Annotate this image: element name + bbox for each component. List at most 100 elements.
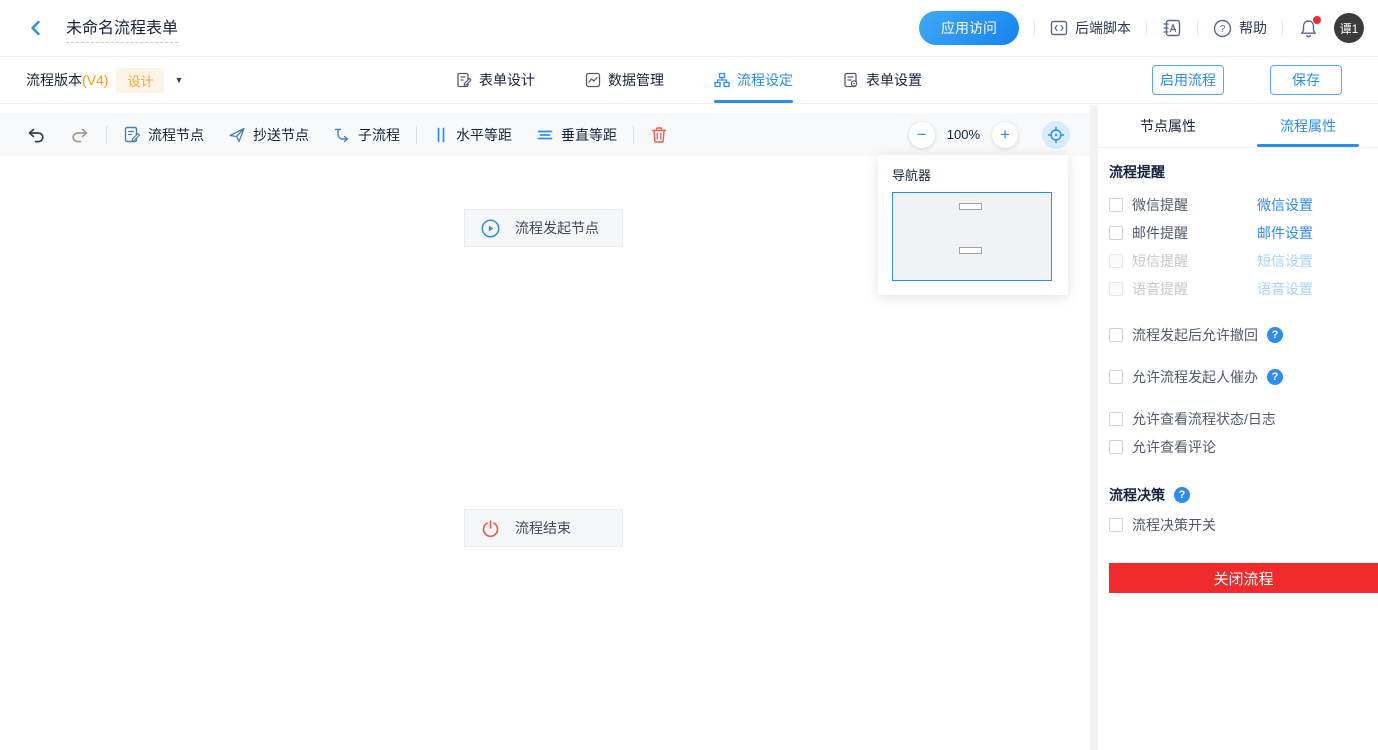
reminder-list: 微信提醒 微信设置 邮件提醒 邮件设置 短信提醒 短信设置 语音提醒 语音设置 xyxy=(1109,191,1362,303)
panel-divider xyxy=(1090,105,1098,750)
reminder-row-email: 邮件提醒 邮件设置 xyxy=(1109,219,1362,247)
tab-form-settings[interactable]: 表单设置 xyxy=(843,57,922,103)
end-node-label: 流程结束 xyxy=(515,520,571,536)
minimap[interactable] xyxy=(892,192,1052,281)
navigator-panel: 导航器 xyxy=(878,155,1068,295)
form-settings-icon xyxy=(843,72,859,88)
close-flow-button[interactable]: 关闭流程 xyxy=(1109,563,1378,593)
reminder-section-header: 流程提醒 xyxy=(1109,164,1165,180)
help-label: 帮助 xyxy=(1239,20,1267,36)
enable-flow-button[interactable]: 启用流程 xyxy=(1152,65,1224,95)
option-allow-withdraw: 流程发起后允许撤回 ? xyxy=(1109,321,1362,349)
data-chart-icon xyxy=(585,72,601,88)
add-subflow-button[interactable]: 子流程 xyxy=(333,125,400,145)
fit-view-button[interactable] xyxy=(1042,120,1070,149)
chevron-down-icon[interactable]: ▼ xyxy=(174,75,183,85)
app-access-button[interactable]: 应用访问 xyxy=(919,11,1019,45)
decision-section-header: 流程决策 ? xyxy=(1109,485,1362,505)
decision-switch-checkbox[interactable] xyxy=(1109,518,1123,532)
help-icon[interactable]: ? xyxy=(1267,327,1283,343)
flow-toolbar: 流程节点 抄送节点 子流程 水平等距 垂直等距 − 100% + xyxy=(0,113,1090,156)
help-icon[interactable]: ? xyxy=(1267,369,1283,385)
view-comments-checkbox[interactable] xyxy=(1109,440,1123,454)
tab-data-management[interactable]: 数据管理 xyxy=(585,57,664,103)
divider xyxy=(1282,20,1283,36)
help-icon[interactable]: ? xyxy=(1174,487,1190,503)
notification-bell-icon[interactable] xyxy=(1298,15,1321,39)
divider xyxy=(633,125,634,144)
horizontal-spacing-icon xyxy=(433,126,449,144)
divider xyxy=(1197,20,1198,36)
flow-start-node[interactable]: 流程发起节点 xyxy=(464,209,623,247)
add-flow-node-button[interactable]: 流程节点 xyxy=(123,125,204,145)
redo-icon[interactable] xyxy=(70,125,90,145)
design-status-tag[interactable]: 设计 xyxy=(116,67,165,93)
add-cc-node-button[interactable]: 抄送节点 xyxy=(228,125,309,145)
sms-reminder-checkbox xyxy=(1109,254,1123,268)
navigator-title: 导航器 xyxy=(892,168,932,183)
flow-editor: 流程节点 抄送节点 子流程 水平等距 垂直等距 − 100% + 流程发起节点 … xyxy=(0,105,1090,750)
question-circle-icon: ? xyxy=(1213,19,1232,38)
zoom-level: 100% xyxy=(946,127,980,142)
vertical-spacing-button[interactable]: 垂直等距 xyxy=(536,125,617,145)
tab-flow-settings[interactable]: 流程设定 xyxy=(714,57,793,103)
flow-icon xyxy=(714,72,730,88)
tab-flow-properties[interactable]: 流程属性 xyxy=(1238,105,1378,147)
form-design-icon xyxy=(456,72,472,88)
save-button[interactable]: 保存 xyxy=(1270,65,1342,95)
tab-form-design[interactable]: 表单设计 xyxy=(456,57,535,103)
tab-node-properties[interactable]: 节点属性 xyxy=(1098,105,1238,147)
horizontal-spacing-button[interactable]: 水平等距 xyxy=(433,125,512,145)
undo-icon[interactable] xyxy=(26,125,46,145)
properties-tabs: 节点属性 流程属性 xyxy=(1098,105,1378,148)
flow-end-node[interactable]: 流程结束 xyxy=(464,509,623,547)
paper-plane-icon xyxy=(228,126,246,144)
version-number: (V4) xyxy=(82,72,109,88)
view-status-log-checkbox[interactable] xyxy=(1109,412,1123,426)
backend-script-button[interactable]: 后端脚本 xyxy=(1050,18,1131,38)
subflow-icon xyxy=(333,126,351,144)
divider xyxy=(1034,20,1035,36)
divider xyxy=(1146,20,1147,36)
divider xyxy=(416,125,417,144)
version-label: 流程版本(V4) xyxy=(26,72,109,88)
back-button[interactable] xyxy=(26,18,46,38)
flow-node-icon xyxy=(123,126,141,144)
email-reminder-checkbox[interactable] xyxy=(1109,226,1123,240)
allow-urge-checkbox[interactable] xyxy=(1109,370,1123,384)
vertical-spacing-icon xyxy=(536,127,554,143)
play-circle-icon xyxy=(481,219,500,238)
option-view-status-log: 允许查看流程状态/日志 xyxy=(1109,405,1362,433)
translate-icon[interactable] xyxy=(1162,18,1182,38)
reminder-row-voice: 语音提醒 语音设置 xyxy=(1109,275,1362,303)
zoom-in-button[interactable]: + xyxy=(992,121,1018,148)
minimap-node xyxy=(959,247,982,254)
sub-header: 流程版本(V4) 设计 ▼ 表单设计 数据管理 流程设定 表单设置 启用流程 保… xyxy=(0,57,1378,104)
wechat-reminder-checkbox[interactable] xyxy=(1109,198,1123,212)
code-icon xyxy=(1050,19,1068,37)
allow-withdraw-checkbox[interactable] xyxy=(1109,328,1123,342)
option-decision-switch: 流程决策开关 xyxy=(1109,511,1362,539)
user-avatar[interactable]: 谭1 xyxy=(1334,13,1364,43)
delete-icon[interactable] xyxy=(650,126,668,144)
voice-settings-link: 语音设置 xyxy=(1257,281,1313,297)
flow-properties-body: 流程提醒 微信提醒 微信设置 邮件提醒 邮件设置 短信提醒 短信设置 语音提醒 … xyxy=(1098,148,1378,593)
page-title: 未命名流程表单 xyxy=(66,14,179,43)
help-button[interactable]: ? 帮助 xyxy=(1213,18,1267,38)
reminder-row-wechat: 微信提醒 微信设置 xyxy=(1109,191,1362,219)
main-tabs: 表单设计 数据管理 流程设定 表单设置 xyxy=(456,57,922,103)
workflow-designer-app: 未命名流程表单 应用访问 后端脚本 ? 帮助 谭1 流程版本(V4) 设计 ▼ … xyxy=(0,0,1378,750)
chevron-left-icon xyxy=(26,18,46,38)
power-icon xyxy=(481,519,500,538)
wechat-settings-link[interactable]: 微信设置 xyxy=(1257,195,1313,215)
header-actions: 应用访问 后端脚本 ? 帮助 谭1 xyxy=(919,11,1364,45)
reminder-row-sms: 短信提醒 短信设置 xyxy=(1109,247,1362,275)
top-header: 未命名流程表单 应用访问 后端脚本 ? 帮助 谭1 xyxy=(0,0,1378,57)
zoom-out-button[interactable]: − xyxy=(908,121,935,148)
subheader-actions: 启用流程 保存 xyxy=(1152,65,1342,95)
option-allow-urge: 允许流程发起人催办 ? xyxy=(1109,363,1362,391)
option-view-comments: 允许查看评论 xyxy=(1109,433,1362,461)
crosshair-icon xyxy=(1047,126,1065,144)
email-settings-link[interactable]: 邮件设置 xyxy=(1257,223,1313,243)
divider xyxy=(106,125,107,144)
